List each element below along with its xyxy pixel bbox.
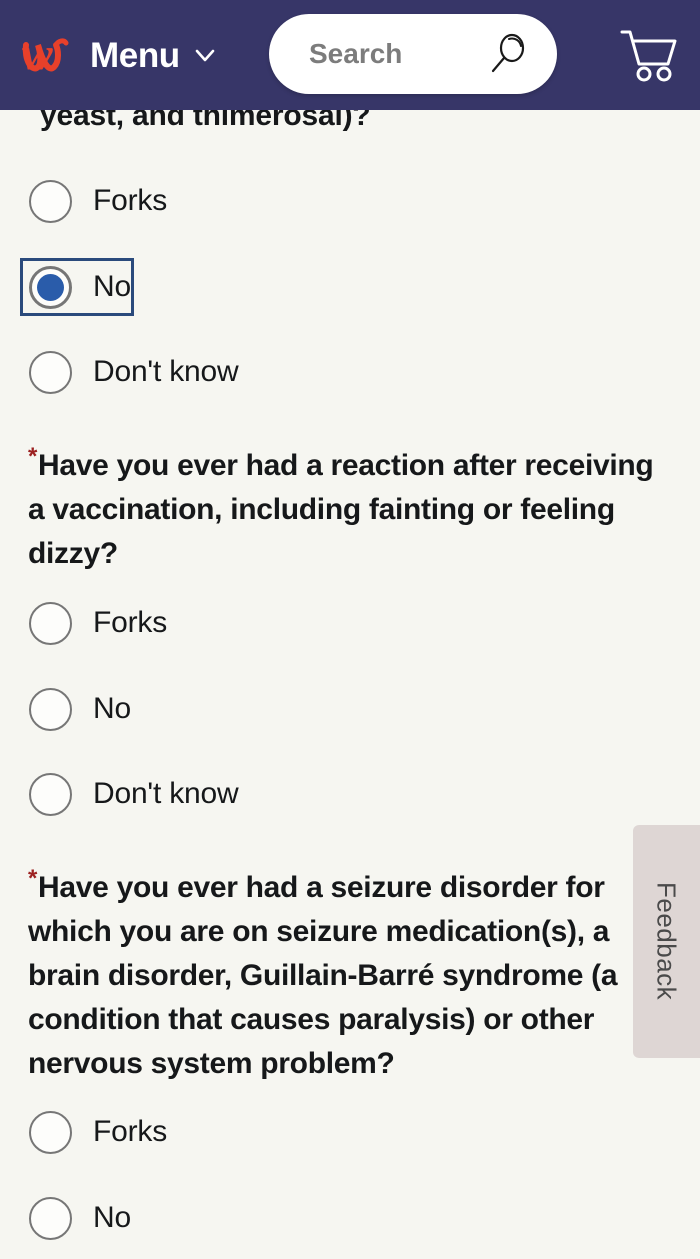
- radio-option-forks-q1[interactable]: Forks: [20, 172, 167, 230]
- feedback-tab[interactable]: Feedback: [633, 825, 700, 1058]
- question-text-seizure-disorder: *Have you ever had a seizure disorder fo…: [28, 866, 656, 1086]
- shopping-cart-icon[interactable]: [618, 26, 680, 84]
- radio-option-label: No: [93, 692, 131, 725]
- radio-option-dont-know-q1[interactable]: Don't know: [20, 343, 239, 401]
- required-marker: *: [28, 865, 38, 892]
- radio-option-forks-q2[interactable]: Forks: [20, 594, 167, 652]
- radio-circle-icon: [29, 772, 72, 816]
- radio-option-label: Don't know: [93, 355, 239, 388]
- radio-option-forks-q3[interactable]: Forks: [20, 1103, 167, 1161]
- radio-option-no-q3[interactable]: No: [20, 1189, 131, 1247]
- radio-option-label: Don't know: [93, 777, 239, 810]
- radio-option-label: Forks: [93, 606, 168, 639]
- radio-option-label: Forks: [93, 184, 168, 217]
- question-body: Have you ever had a seizure disorder for…: [28, 871, 618, 1080]
- search-icon[interactable]: [485, 31, 531, 77]
- radio-option-dont-know-q2[interactable]: Don't know: [20, 765, 239, 823]
- radio-circle-icon: [29, 350, 72, 394]
- clipped-question-text: yeast, and thimerosal)?: [40, 110, 371, 132]
- radio-option-no-q1[interactable]: No: [20, 258, 134, 316]
- required-marker: *: [28, 443, 38, 470]
- chevron-down-icon: [192, 42, 218, 68]
- radio-circle-icon: [29, 1196, 72, 1240]
- radio-circle-selected-icon: [29, 265, 72, 309]
- questionnaire-content: yeast, and thimerosal)? Forks No Don't k…: [0, 110, 700, 1259]
- feedback-tab-label: Feedback: [651, 882, 682, 1001]
- radio-circle-icon: [29, 687, 72, 731]
- walgreens-logo-icon[interactable]: w: [20, 29, 76, 81]
- menu-button-label: Menu: [90, 35, 180, 75]
- question-body: Have you ever had a reaction after recei…: [28, 449, 654, 570]
- question-text-vaccination-reaction: *Have you ever had a reaction after rece…: [28, 444, 656, 576]
- radio-option-label: No: [93, 270, 131, 303]
- site-header: w Menu Search: [0, 0, 700, 110]
- radio-circle-icon: [29, 601, 72, 645]
- radio-dot: [37, 273, 64, 301]
- radio-circle-icon: [29, 179, 72, 223]
- menu-button[interactable]: Menu: [90, 38, 218, 73]
- radio-option-label: No: [93, 1201, 131, 1234]
- radio-option-no-q2[interactable]: No: [20, 680, 131, 738]
- search-placeholder-label: Search: [309, 38, 403, 69]
- radio-option-label: Forks: [93, 1115, 168, 1148]
- radio-circle-icon: [29, 1110, 72, 1154]
- search-input[interactable]: Search: [269, 14, 557, 94]
